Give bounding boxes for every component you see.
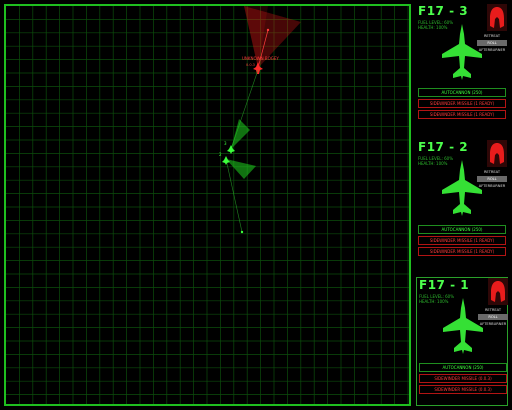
enemy-waypoint: [266, 28, 270, 32]
fighter-jet-icon: [442, 24, 482, 80]
weapon-slot-missile[interactable]: SIDEWINDER MISSILE (1 READY): [418, 99, 506, 108]
weapon-slot-missile[interactable]: SIDEWINDER MISSILE (1 READY): [418, 236, 506, 245]
weapon-slot-missile[interactable]: SIDEWINDER MISSILE (1 READY): [418, 110, 506, 119]
weapon-slot-autocannon[interactable]: AUTOCANNON (250): [418, 88, 506, 97]
weapon-slot-missile[interactable]: SIDEWINDER MISSILE (1 READY): [418, 247, 506, 256]
enemy-label: UNKNOWN BOGEY: [242, 56, 279, 61]
weapon-slot-autocannon[interactable]: AUTOCANNON (250): [419, 363, 507, 372]
weapon-slot-autocannon[interactable]: AUTOCANNON (250): [418, 225, 506, 234]
enemy-sublabel: 0.0.3: [246, 63, 255, 67]
friendly-sensor-cone: [226, 159, 256, 179]
pilot-helmet-icon: [488, 278, 508, 305]
radar-map[interactable]: UNKNOWN BOGEY 0.0.3 3 2: [4, 4, 411, 406]
friendly-label: 2: [219, 152, 222, 157]
aircraft-panel-f17-1[interactable]: F17 - 1 FUEL LEVEL: 60% HEALTH: 100% RET…: [416, 277, 508, 406]
radar-grid: [6, 6, 409, 404]
friendly-label: 3: [224, 141, 227, 146]
aircraft-name: F17 - 2: [418, 140, 469, 154]
fighter-jet-icon: [443, 298, 483, 354]
aircraft-name: F17 - 1: [419, 278, 470, 292]
aircraft-panel-f17-3[interactable]: F17 - 3 FUEL LEVEL: 60% HEALTH: 100% RET…: [416, 4, 508, 133]
weapon-slot-missile[interactable]: SIDEWINDER MISSILE (0.0.3): [419, 385, 507, 394]
friendly-waypoint: [240, 230, 244, 234]
pilot-helmet-icon: [487, 4, 507, 31]
aircraft-panel-f17-2[interactable]: F17 - 2 FUEL LEVEL: 60% HEALTH: 100% RET…: [416, 140, 508, 269]
aircraft-name: F17 - 3: [418, 4, 469, 18]
radar-svg: UNKNOWN BOGEY 0.0.3 3 2: [6, 6, 409, 404]
fighter-jet-icon: [442, 160, 482, 216]
pilot-helmet-icon: [487, 140, 507, 167]
weapon-slot-missile[interactable]: SIDEWINDER MISSILE (0.0.3): [419, 374, 507, 383]
